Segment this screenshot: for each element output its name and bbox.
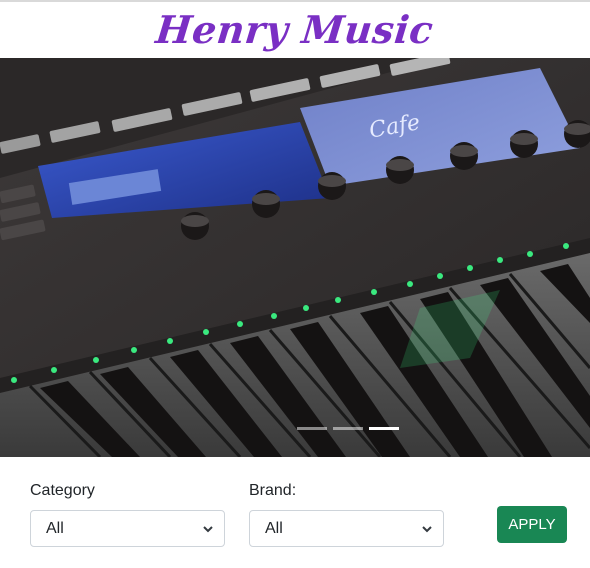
brand-selected-value: All xyxy=(265,519,283,537)
brand-select[interactable]: All xyxy=(249,510,444,547)
carousel-indicators xyxy=(297,427,399,431)
synthesizer-image: Cafe xyxy=(0,58,590,457)
chevron-down-icon xyxy=(422,526,432,533)
category-label: Category xyxy=(30,482,95,499)
chevron-down-icon xyxy=(203,526,213,533)
category-select[interactable]: All xyxy=(30,510,225,547)
brand-label: Brand: xyxy=(249,482,297,499)
carousel-indicator-3[interactable] xyxy=(369,427,399,430)
apply-button[interactable]: APPLY xyxy=(497,506,567,543)
carousel-indicator-2[interactable] xyxy=(333,427,363,430)
category-selected-value: All xyxy=(46,519,64,537)
hero-carousel[interactable]: Cafe xyxy=(0,58,590,457)
site-header: Henry Music xyxy=(0,0,590,58)
brand-logo[interactable]: Henry Music xyxy=(154,7,436,52)
carousel-indicator-1[interactable] xyxy=(297,427,327,430)
